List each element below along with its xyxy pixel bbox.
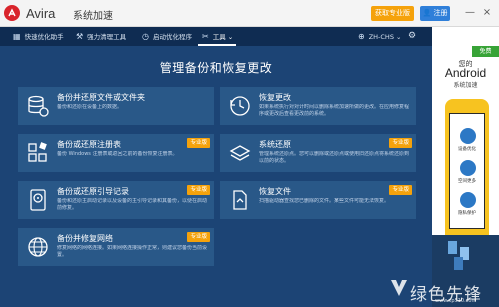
restore-clock-icon xyxy=(230,96,250,116)
disk-icon xyxy=(30,189,46,211)
minimize-button[interactable]: — xyxy=(464,6,476,19)
network-globe-icon xyxy=(28,237,48,257)
pro-badge: 专业版 xyxy=(187,138,210,148)
nav-label: 工具 xyxy=(212,33,226,41)
phone-storage-icon xyxy=(460,160,476,176)
get-pro-button[interactable]: 获取专业版 xyxy=(371,6,414,21)
decor-block xyxy=(454,257,463,270)
broom-icon: ⚒ xyxy=(76,32,84,41)
card-backup-boot-record[interactable]: 备份或还原引导记录 备份和还原主启动记录以及设备的主引导记录和其备份，以便在启动… xyxy=(18,181,214,219)
phone-illustration: 设备优化 空间更多 隐私保护 xyxy=(445,99,489,245)
file-recover-icon xyxy=(233,190,247,210)
card-system-restore[interactable]: 系统还原 管理系统还原点。您可以删除或还原点或使用旧还原点将系统还原到以前的状态… xyxy=(220,134,416,172)
database-icon xyxy=(28,95,49,117)
pro-badge: 专业版 xyxy=(389,138,412,148)
app-name: Avira xyxy=(26,6,56,21)
watermark-logo-icon xyxy=(391,280,407,296)
card-description: 备份和还原在设备上的数据。 xyxy=(57,104,123,110)
app-subtitle: 系统加速 xyxy=(73,11,113,22)
title-bar: Avira 系统加速 获取专业版 👤 注册 — × xyxy=(0,0,499,27)
timer-icon: ◷ xyxy=(142,32,149,41)
nav-label: 快速优化助手 xyxy=(24,33,64,41)
nav-label: 启动优化程序 xyxy=(152,33,192,41)
system-restore-icon xyxy=(229,145,251,161)
nav-power-clean[interactable]: ⚒ 强力清理工具 xyxy=(76,27,126,46)
promo-line-2: Android xyxy=(444,66,487,80)
card-title: 备份或还原引导记录 xyxy=(57,187,129,196)
nav-label: 强力清理工具 xyxy=(87,33,127,41)
card-title: 备份并还原文件或文件夹 xyxy=(57,93,145,102)
card-title: 备份或还原注册表 xyxy=(57,140,121,149)
watermark-url: www.xp510.com xyxy=(435,298,477,304)
phone-item-label: 设备优化 xyxy=(458,147,476,152)
avira-logo-icon xyxy=(4,5,20,21)
card-backup-files[interactable]: 备份并还原文件或文件夹 备份和还原在设备上的数据。 xyxy=(18,87,214,125)
phone-optimize-icon xyxy=(460,128,476,144)
registry-icon xyxy=(28,142,47,162)
main-content xyxy=(0,46,432,307)
phone-item-label: 空间更多 xyxy=(458,179,476,184)
card-title: 备份并修复网络 xyxy=(57,234,113,243)
pro-badge: 专业版 xyxy=(389,185,412,195)
nav-quick-optimize[interactable]: ▦ 快速优化助手 xyxy=(13,27,64,46)
phone-item-label: 隐私保护 xyxy=(458,211,476,216)
card-description: 管理系统还原点。您可以删除或还原点或使用旧还原点将系统还原到以前的状态。 xyxy=(259,151,409,164)
android-promo-panel[interactable]: 免费 您的 Android 系统加速 设备优化 空间更多 隐私保护 xyxy=(432,27,499,307)
card-description: 备份和还原主启动记录以及设备的主引导记录和其备份，以便在启动前修复。 xyxy=(57,198,207,211)
chevron-down-icon: ⌄ xyxy=(225,33,234,41)
card-description: 如果系统执行对对计时间以删除系统加速所做的更改。在应用修复程序或更改后查看更改前… xyxy=(259,104,409,117)
card-backup-network[interactable]: 备份并修复网络 修复网络的网络连接。如果网络连接操作正常，则建议您备份当前设置。… xyxy=(18,228,214,266)
language-label: ZH-CHS xyxy=(368,33,394,41)
gear-icon[interactable]: ⚙ xyxy=(408,27,416,46)
chevron-down-icon: ⌄ xyxy=(393,33,402,41)
free-tag: 免费 xyxy=(472,46,499,57)
page-title: 管理备份和恢复更改 xyxy=(159,61,273,75)
card-backup-registry[interactable]: 备份或还原注册表 备份 Windows 注册表或返回之前的备份恢复注册表。 专业… xyxy=(18,134,214,172)
register-button[interactable]: 👤 注册 xyxy=(420,6,450,21)
card-description: 修复网络的网络连接。如果网络连接操作正常，则建议您备份当前设置。 xyxy=(57,245,207,258)
phone-screen: 设备优化 空间更多 隐私保护 xyxy=(449,113,485,229)
pro-badge: 专业版 xyxy=(187,232,210,242)
language-selector[interactable]: ⊕ ZH-CHS ⌄ xyxy=(358,27,401,46)
card-description: 扫描驱动器查找您已删除的文件。某些文件可能无法恢复。 xyxy=(259,198,390,204)
user-icon: 👤 xyxy=(422,9,432,17)
grid-icon: ▦ xyxy=(13,32,21,41)
card-title: 恢复更改 xyxy=(259,93,291,102)
promo-line-3: 系统加速 xyxy=(453,82,478,89)
watermark: 绿色先锋 www.xp510.com xyxy=(380,272,499,307)
card-restore-changes[interactable]: 恢复更改 如果系统执行对对计时间以删除系统加速所做的更改。在应用修复程序或更改后… xyxy=(220,87,416,125)
close-button[interactable]: × xyxy=(481,6,493,19)
decor-block xyxy=(448,241,457,254)
globe-icon: ⊕ xyxy=(358,32,365,41)
register-label: 注册 xyxy=(433,9,448,17)
card-description: 备份 Windows 注册表或返回之前的备份恢复注册表。 xyxy=(57,151,178,157)
card-title: 恢复文件 xyxy=(259,187,291,196)
pro-badge: 专业版 xyxy=(187,185,210,195)
card-title: 系统还原 xyxy=(259,140,291,149)
nav-startup-optimizer[interactable]: ◷ 启动优化程序 xyxy=(142,27,192,46)
card-recover-files[interactable]: 恢复文件 扫描驱动器查找您已删除的文件。某些文件可能无法恢复。 专业版 xyxy=(220,181,416,219)
phone-privacy-icon xyxy=(460,192,476,208)
